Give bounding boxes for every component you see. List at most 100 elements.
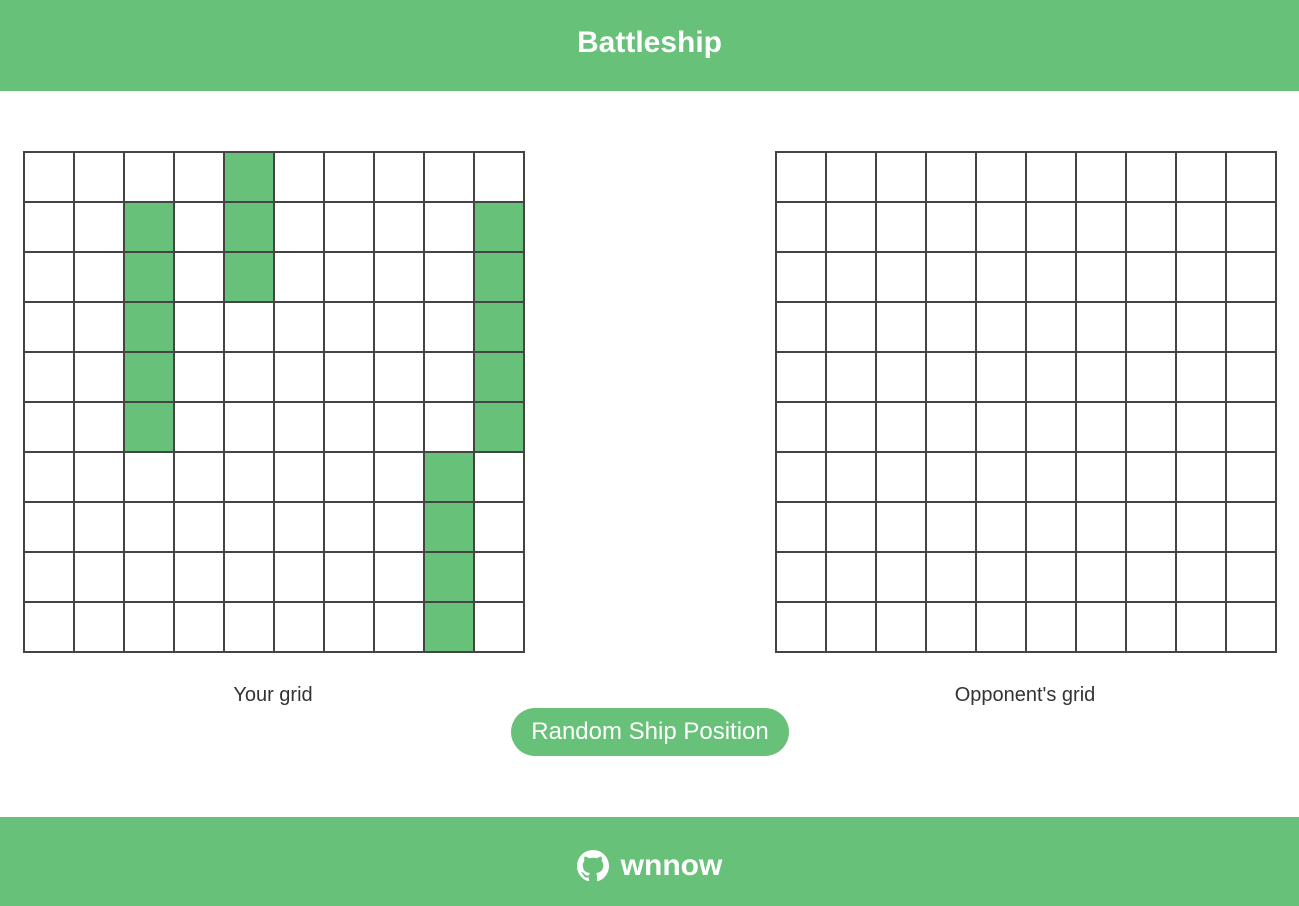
opponent-grid-cell[interactable]	[1177, 253, 1227, 303]
opponent-grid-cell[interactable]	[1127, 553, 1177, 603]
opponent-grid-cell[interactable]	[1027, 203, 1077, 253]
opponent-grid-cell[interactable]	[777, 253, 827, 303]
opponent-grid-cell[interactable]	[927, 253, 977, 303]
opponent-grid-cell[interactable]	[777, 203, 827, 253]
opponent-grid-cell[interactable]	[927, 203, 977, 253]
opponent-grid-cell[interactable]	[1027, 603, 1077, 653]
opponent-grid-cell[interactable]	[1127, 303, 1177, 353]
opponent-grid-cell[interactable]	[877, 153, 927, 203]
opponent-grid-cell[interactable]	[927, 303, 977, 353]
opponent-grid-cell[interactable]	[1077, 403, 1127, 453]
opponent-grid-cell[interactable]	[1127, 503, 1177, 553]
opponent-grid-cell[interactable]	[1177, 503, 1227, 553]
opponent-grid-cell[interactable]	[1027, 253, 1077, 303]
opponent-grid-cell[interactable]	[1127, 153, 1177, 203]
opponent-grid-cell[interactable]	[1177, 403, 1227, 453]
opponent-grid-cell[interactable]	[977, 253, 1027, 303]
opponent-grid-cell[interactable]	[1227, 403, 1277, 453]
opponent-grid-cell[interactable]	[827, 603, 877, 653]
opponent-grid-cell[interactable]	[1027, 353, 1077, 403]
opponent-grid-cell[interactable]	[1177, 153, 1227, 203]
opponent-grid-cell[interactable]	[1177, 553, 1227, 603]
opponent-grid-cell[interactable]	[877, 453, 927, 503]
opponent-grid-cell[interactable]	[877, 503, 927, 553]
opponent-grid-cell[interactable]	[977, 303, 1027, 353]
opponent-grid-cell[interactable]	[777, 303, 827, 353]
opponent-grid-cell[interactable]	[1027, 553, 1077, 603]
opponent-grid-cell[interactable]	[777, 453, 827, 503]
opponent-grid-cell[interactable]	[1077, 353, 1127, 403]
opponent-grid-cell[interactable]	[777, 553, 827, 603]
opponent-grid-cell[interactable]	[927, 403, 977, 453]
opponent-grid-cell[interactable]	[827, 253, 877, 303]
opponent-grid-cell[interactable]	[827, 503, 877, 553]
opponent-grid-cell[interactable]	[927, 153, 977, 203]
opponent-grid-cell[interactable]	[977, 153, 1027, 203]
opponent-grid-cell[interactable]	[827, 403, 877, 453]
opponent-grid-cell[interactable]	[877, 253, 927, 303]
opponent-grid-cell[interactable]	[827, 453, 877, 503]
opponent-grid-cell[interactable]	[1227, 603, 1277, 653]
opponent-grid-cell[interactable]	[1027, 403, 1077, 453]
opponent-grid-cell[interactable]	[927, 603, 977, 653]
opponent-grid-cell[interactable]	[1027, 503, 1077, 553]
opponent-grid-cell[interactable]	[1077, 303, 1127, 353]
opponent-grid-cell[interactable]	[877, 603, 927, 653]
opponent-grid-cell[interactable]	[777, 353, 827, 403]
opponent-grid-cell[interactable]	[777, 503, 827, 553]
opponent-grid-cell[interactable]	[1227, 553, 1277, 603]
opponent-grid-cell[interactable]	[927, 553, 977, 603]
opponent-grid-cell[interactable]	[977, 503, 1027, 553]
opponent-grid-cell[interactable]	[977, 203, 1027, 253]
opponent-grid-cell[interactable]	[1177, 303, 1227, 353]
opponent-grid-cell[interactable]	[1227, 153, 1277, 203]
opponent-grid-cell[interactable]	[1227, 203, 1277, 253]
opponent-grid-cell[interactable]	[927, 503, 977, 553]
opponent-grid-cell[interactable]	[1227, 453, 1277, 503]
opponent-grid-cell[interactable]	[927, 353, 977, 403]
opponent-grid-cell[interactable]	[1127, 353, 1177, 403]
opponent-grid-cell[interactable]	[1077, 603, 1127, 653]
opponent-grid-cell[interactable]	[1077, 253, 1127, 303]
opponent-grid-cell[interactable]	[1127, 603, 1177, 653]
opponent-grid-cell[interactable]	[977, 403, 1027, 453]
opponent-grid-cell[interactable]	[1077, 153, 1127, 203]
opponent-grid-cell[interactable]	[827, 353, 877, 403]
opponent-grid-cell[interactable]	[977, 603, 1027, 653]
opponent-grid-cell[interactable]	[1177, 603, 1227, 653]
opponent-grid-cell[interactable]	[877, 403, 927, 453]
opponent-grid-cell[interactable]	[777, 153, 827, 203]
opponent-grid-cell[interactable]	[1227, 503, 1277, 553]
opponent-grid-cell[interactable]	[977, 453, 1027, 503]
opponent-grid-cell[interactable]	[1127, 453, 1177, 503]
opponent-grid-cell[interactable]	[1077, 553, 1127, 603]
opponent-grid-cell[interactable]	[1227, 353, 1277, 403]
opponent-grid-cell[interactable]	[1027, 453, 1077, 503]
random-ship-position-button[interactable]: Random Ship Position	[511, 708, 789, 756]
opponent-grid-cell[interactable]	[827, 153, 877, 203]
opponent-grid-cell[interactable]	[1227, 253, 1277, 303]
opponent-grid-cell[interactable]	[877, 353, 927, 403]
opponent-grid-cell[interactable]	[977, 353, 1027, 403]
opponent-grid-cell[interactable]	[1127, 203, 1177, 253]
opponent-grid-cell[interactable]	[877, 553, 927, 603]
opponent-grid-cell[interactable]	[827, 553, 877, 603]
opponent-grid-cell[interactable]	[1127, 403, 1177, 453]
opponent-grid-cell[interactable]	[1177, 353, 1227, 403]
opponent-grid-cell[interactable]	[777, 603, 827, 653]
opponent-grid-cell[interactable]	[927, 453, 977, 503]
opponent-grid-cell[interactable]	[827, 203, 877, 253]
opponent-grid-cell[interactable]	[1027, 153, 1077, 203]
opponent-grid-cell[interactable]	[827, 303, 877, 353]
opponent-grid-cell[interactable]	[1227, 303, 1277, 353]
opponent-grid-cell[interactable]	[1077, 203, 1127, 253]
opponent-grid-cell[interactable]	[1077, 503, 1127, 553]
opponent-grid-cell[interactable]	[1077, 453, 1127, 503]
opponent-grid-cell[interactable]	[877, 203, 927, 253]
opponent-grid-cell[interactable]	[977, 553, 1027, 603]
github-link[interactable]: wnnow	[576, 849, 722, 883]
opponent-grid-cell[interactable]	[777, 403, 827, 453]
opponent-grid-cell[interactable]	[1127, 253, 1177, 303]
opponent-grid-cell[interactable]	[1027, 303, 1077, 353]
opponent-grid-cell[interactable]	[1177, 203, 1227, 253]
